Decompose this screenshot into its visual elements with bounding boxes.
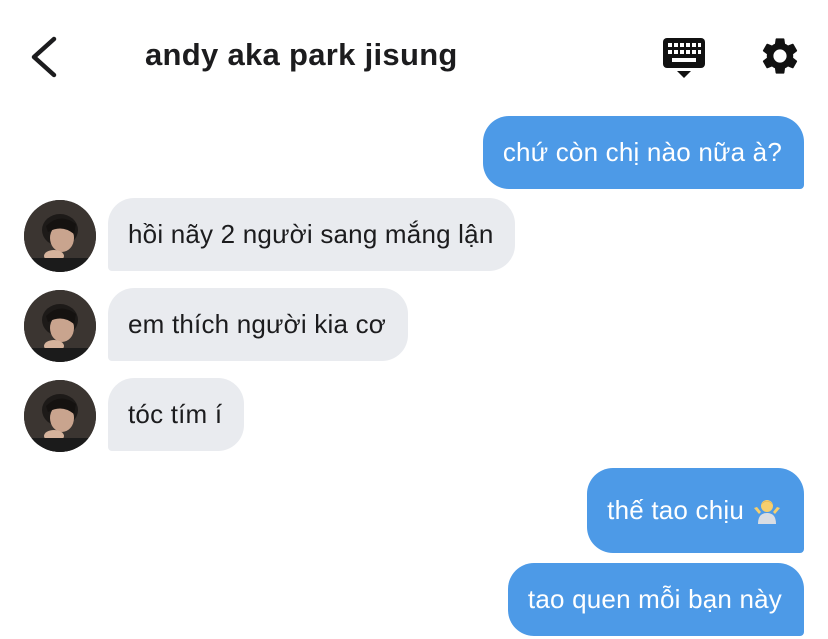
message-text: thế tao chịu [607, 495, 744, 525]
back-button[interactable] [26, 34, 66, 80]
contact-photo [24, 200, 96, 272]
contact-photo [24, 290, 96, 362]
message-bubble-incoming[interactable]: tóc tím í [108, 378, 245, 451]
chat-header: andy aka park jisung [0, 0, 828, 110]
message-text: hồi nãy 2 người sang mắng lận [128, 219, 494, 249]
message-bubble-outgoing[interactable]: thế tao chịu [587, 468, 804, 553]
message-text: tóc tím í [128, 399, 223, 429]
message-bubble-incoming[interactable]: hồi nãy 2 người sang mắng lận [108, 198, 516, 271]
message-text: tao quen mỗi bạn này [527, 584, 782, 614]
message-bubble-outgoing[interactable]: chứ còn chị nào nữa à? [482, 116, 804, 189]
message-text: em thích người kia cơ [128, 309, 387, 339]
keyboard-icon [663, 38, 705, 78]
message-bubble-incoming[interactable]: em thích người kia cơ [108, 288, 409, 361]
chat-title: andy aka park jisung [145, 37, 458, 72]
person-shrugging-emoji [752, 496, 782, 526]
message-bubble-outgoing[interactable]: tao quen mỗi bạn này [507, 563, 804, 636]
message-text: chứ còn chị nào nữa à? [502, 137, 782, 167]
gear-icon [762, 38, 798, 74]
keyboard-button[interactable] [662, 36, 706, 80]
avatar[interactable] [24, 380, 96, 452]
avatar[interactable] [24, 290, 96, 362]
settings-button[interactable] [758, 34, 802, 78]
contact-photo [24, 380, 96, 452]
avatar[interactable] [24, 200, 96, 272]
chevron-left-icon [31, 36, 57, 78]
